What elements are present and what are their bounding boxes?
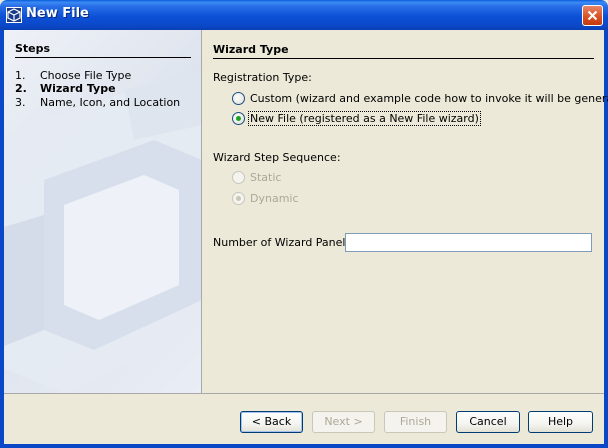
title-bar[interactable]: New File bbox=[0, 0, 608, 30]
next-button[interactable]: Next > bbox=[312, 411, 375, 433]
section-title: Wizard Type bbox=[213, 43, 594, 59]
radio-new-file-label[interactable]: New File (registered as a New File wizar… bbox=[248, 110, 481, 126]
radio-button-checked[interactable] bbox=[232, 111, 245, 125]
radio-static-label[interactable]: Static bbox=[249, 171, 282, 184]
radio-button-disabled[interactable] bbox=[232, 170, 245, 184]
step-label: Name, Icon, and Location bbox=[40, 96, 181, 109]
radio-custom[interactable]: Custom (wizard and example code how to i… bbox=[232, 90, 608, 106]
close-button[interactable] bbox=[582, 5, 603, 26]
steps-pane: Steps 1. Choose File Type 2. Wizard Type 3… bbox=[4, 30, 202, 393]
step-label: Choose File Type bbox=[40, 69, 132, 82]
registration-type-label: Registration Type: bbox=[213, 71, 312, 84]
wizard-step-sequence-label: Wizard Step Sequence: bbox=[213, 151, 341, 164]
netbeans-cube-icon bbox=[6, 7, 22, 23]
radio-button-disabled-checked[interactable] bbox=[232, 191, 245, 205]
back-button[interactable]: < Back bbox=[240, 411, 303, 433]
radio-button[interactable] bbox=[232, 91, 245, 105]
radio-dynamic-label[interactable]: Dynamic bbox=[249, 192, 300, 205]
step-item: 1. Choose File Type bbox=[15, 69, 131, 82]
step-label: Wizard Type bbox=[40, 82, 116, 95]
number-of-wizard-panels-label: Number of Wizard Panels: bbox=[213, 236, 355, 249]
close-icon bbox=[587, 10, 598, 21]
wizard-content-pane: Wizard Type Registration Type: Custom (w… bbox=[203, 30, 608, 393]
step-number: 2. bbox=[15, 82, 27, 95]
step-number: 1. bbox=[15, 69, 26, 82]
window-frame-bottom bbox=[0, 444, 608, 448]
number-of-wizard-panels-input[interactable] bbox=[345, 233, 592, 252]
step-item: 3. Name, Icon, and Location bbox=[15, 96, 180, 109]
help-button[interactable]: Help bbox=[528, 411, 593, 433]
radio-dynamic[interactable]: Dynamic bbox=[232, 190, 300, 206]
radio-static[interactable]: Static bbox=[232, 169, 282, 185]
finish-button[interactable]: Finish bbox=[384, 411, 447, 433]
steps-title: Steps bbox=[15, 42, 191, 58]
step-number: 3. bbox=[15, 96, 26, 109]
step-item-current: 2. Wizard Type bbox=[15, 82, 116, 95]
window-title: New File bbox=[26, 6, 89, 21]
radio-new-file[interactable]: New File (registered as a New File wizar… bbox=[232, 110, 481, 126]
button-bar-separator bbox=[4, 393, 604, 394]
radio-custom-label[interactable]: Custom (wizard and example code how to i… bbox=[249, 92, 608, 105]
cancel-button[interactable]: Cancel bbox=[456, 411, 520, 433]
